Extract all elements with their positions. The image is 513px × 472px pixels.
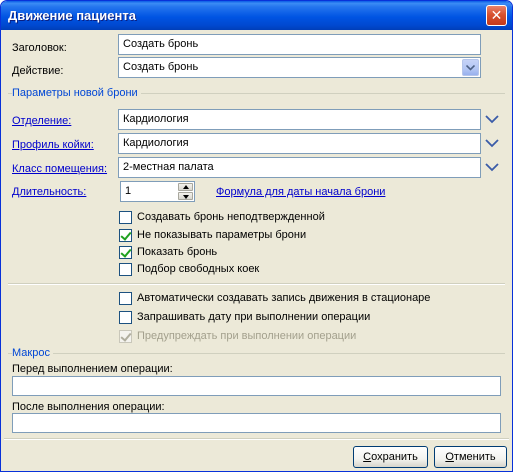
action-select[interactable]: Создать бронь [118,57,481,78]
title-input[interactable]: Создать бронь [118,34,481,55]
checkbox-label: Подбор свободных коек [137,263,260,275]
spin-buttons [178,183,193,200]
action-label: Действие: [12,65,64,77]
save-label: охранить [371,451,418,463]
department-link[interactable]: Отделение: [12,115,71,127]
checkbox[interactable] [119,245,132,259]
chevron-down-icon[interactable] [484,161,500,173]
checkbox[interactable] [119,291,132,305]
checkbox-label: Запрашивать дату при выполнении операции [137,311,371,323]
checkbox-label: Предупреждать при выполнении операции [137,330,357,342]
checkbox-hide-params[interactable]: Не показывать параметры брони [119,228,306,242]
chevron-down-icon [466,65,475,71]
save-button[interactable]: Сохранить [353,446,428,468]
checkbox[interactable] [119,262,132,276]
window-title: Движение пациента [8,8,136,23]
title-bar[interactable]: Движение пациента ✕ [1,1,512,30]
after-operation-input[interactable] [12,413,501,433]
action-select-value: Создать бронь [123,61,199,73]
checkbox-label: Не показывать параметры брони [137,229,307,241]
checkbox-auto-movement[interactable]: Автоматически создавать запись движения … [119,291,430,305]
dropdown-button[interactable] [462,59,479,76]
room-class-link[interactable]: Класс помещения: [12,163,107,175]
macro-group-title: Макрос [12,347,53,359]
separator [4,438,509,440]
close-button[interactable]: ✕ [486,5,507,26]
after-operation-label: После выполнения операции: [12,401,165,413]
checkbox-label: Показать бронь [137,246,218,258]
save-accelerator: С [363,451,372,463]
checkbox [119,329,132,343]
duration-link[interactable]: Длительность: [12,186,86,198]
checkbox-ask-date[interactable]: Запрашивать дату при выполнении операции [119,310,370,324]
checkbox-show-booking[interactable]: Показать бронь [119,245,217,259]
cancel-accelerator: О [445,451,454,463]
booking-group-title: Параметры новой брони [12,87,141,99]
before-operation-input[interactable] [12,376,501,396]
close-icon: ✕ [490,7,503,23]
bed-profile-link[interactable]: Профиль койки: [12,139,94,151]
checkbox-label: Автоматически создавать запись движения … [137,292,431,304]
duration-value: 1 [125,185,132,197]
checkbox[interactable] [119,210,132,224]
separator [8,283,505,285]
cancel-label: тменить [453,451,496,463]
spin-up-icon[interactable] [178,183,193,191]
title-label: Заголовок: [12,42,67,54]
cancel-button[interactable]: Отменить [434,446,507,468]
patient-movement-dialog: Движение пациента ✕ Заголовок: Создать б… [0,0,513,472]
department-field[interactable]: Кардиология [118,109,481,130]
chevron-down-icon[interactable] [484,137,500,149]
dialog-body: Заголовок: Создать бронь Действие: Созда… [4,30,509,470]
group-divider [8,353,505,354]
checkbox-label: Создавать бронь неподтвержденной [137,211,325,223]
before-operation-label: Перед выполнением операции: [12,363,173,375]
checkbox[interactable] [119,310,132,324]
formula-link[interactable]: Формула для даты начала брони [216,186,385,198]
checkbox-free-beds[interactable]: Подбор свободных коек [119,262,259,276]
spin-down-icon[interactable] [178,192,193,200]
bed-profile-field[interactable]: Кардиология [118,133,481,154]
checkbox[interactable] [119,228,132,242]
checkbox-warn: Предупреждать при выполнении операции [119,329,356,343]
duration-spinner[interactable]: 1 [120,181,195,202]
chevron-down-icon[interactable] [484,113,500,125]
room-class-field[interactable]: 2-местная палата [118,157,481,178]
checkbox-unconfirmed[interactable]: Создавать бронь неподтвержденной [119,210,325,224]
